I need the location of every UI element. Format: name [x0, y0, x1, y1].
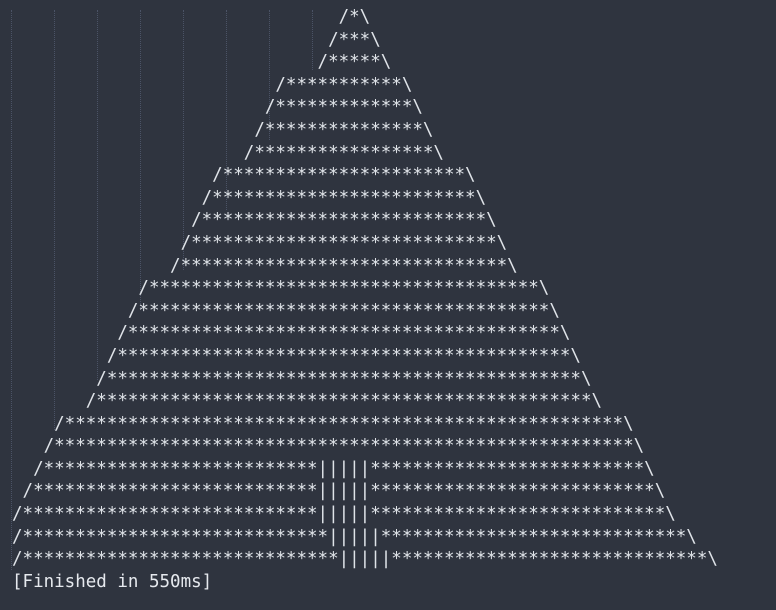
program-output: /*\ /***\ /*****\ /***********\ /*******…: [12, 6, 718, 593]
output-line: /****************************|||||******…: [12, 504, 676, 525]
build-status-message: [Finished in 550ms]: [12, 571, 213, 592]
output-line: /***************************\: [12, 210, 497, 231]
output-line: /*******************************\: [12, 255, 518, 276]
output-line: /***************************************…: [12, 413, 634, 434]
output-line: /*\: [12, 7, 371, 27]
output-line: /***************************|||||*******…: [12, 481, 666, 502]
output-line: /***********************\: [12, 165, 476, 186]
output-line: /*****************************\: [12, 232, 508, 253]
output-line: /***************************************…: [12, 323, 571, 344]
output-line: /***************************************…: [12, 300, 560, 321]
output-line: /***************************************…: [12, 391, 603, 412]
output-line: /******************************|||||****…: [12, 549, 718, 570]
output-line: /***********\: [12, 74, 413, 95]
output-line: /**************************|||||********…: [12, 458, 655, 479]
output-line: /***************************************…: [12, 436, 645, 457]
output-line: /***************\: [12, 119, 434, 140]
output-line: /*****************************|||||*****…: [12, 526, 697, 547]
output-line: /*****\: [12, 52, 392, 73]
output-line: /*************************\: [12, 187, 487, 208]
output-line: /*************************************\: [12, 278, 550, 299]
console-output-panel: /*\ /***\ /*****\ /***********\ /*******…: [0, 0, 776, 610]
output-line: /***************************************…: [12, 345, 581, 366]
output-line: /*****************\: [12, 142, 444, 163]
output-line: /***\: [12, 29, 381, 50]
output-line: /***************************************…: [12, 368, 592, 389]
output-line: /*************\: [12, 97, 423, 118]
